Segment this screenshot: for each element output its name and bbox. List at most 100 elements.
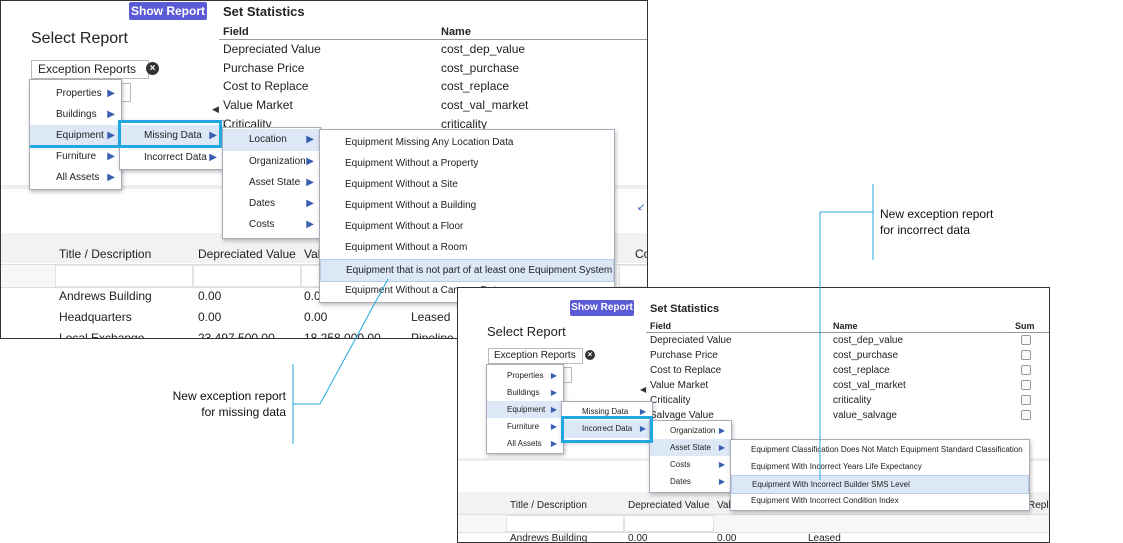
menu-item-furniture[interactable]: Furniture ▶ [30,147,121,167]
chevron-right-icon: ▶ [107,151,115,162]
menu-item-location[interactable]: Location ▶ [223,129,320,151]
filter-cell[interactable] [619,265,647,287]
select-report-title: Select Report [31,30,128,47]
filter-cell[interactable] [506,515,624,532]
chevron-right-icon: ▶ [550,388,557,397]
stats-header-divider [646,332,1049,333]
row-title: Andrews Building [510,533,588,543]
stats-row-field: Value Market [650,380,709,391]
stats-row-name: cost_replace [441,79,510,93]
stats-field-header: Field [223,26,249,38]
collapse-arrow-icon[interactable]: ◀ [640,385,646,394]
menu-item-asset-state[interactable]: Asset State ▶ [223,172,320,193]
incorrect-data-callout-line1: New exception report [880,207,994,221]
report-item[interactable]: Equipment With Incorrect Condition Index [731,492,1029,509]
sum-checkbox[interactable] [1021,395,1031,405]
stats-row-field: Cost to Replace [650,365,722,376]
chevron-right-icon: ▶ [550,371,557,380]
menu-item-equipment[interactable]: Equipment ▶ [487,401,563,418]
stats-row-name: cost_dep_value [833,335,904,346]
clear-icon[interactable]: × [585,350,595,360]
report-item[interactable]: Equipment Without a Property [320,153,614,174]
report-item[interactable]: Equipment Without a Site [320,174,614,195]
resize-icon[interactable]: ↙ [637,202,645,213]
report-item[interactable]: Equipment Without a Floor [320,216,614,237]
set-statistics-title: Set Statistics [650,303,720,315]
menu-item-organization[interactable]: Organization ▶ [223,151,320,172]
menu-item-costs[interactable]: Costs ▶ [650,456,731,473]
row-title: Local Exchange [59,331,145,339]
report-item[interactable]: Equipment Classification Does Not Match … [731,441,1029,458]
menu-item-buildings[interactable]: Buildings ▶ [487,384,563,401]
chevron-right-icon: ▶ [306,177,314,188]
stats-sum-header: Sum [1015,321,1035,331]
menu-item-asset-state[interactable]: Asset State ▶ [650,439,731,456]
collapse-arrow-icon[interactable]: ◀ [212,104,219,115]
stats-row-name: cost_val_market [833,380,906,391]
chevron-right-icon: ▶ [306,198,314,209]
highlight-missing-data [118,120,222,148]
stats-row-field: Value Market [223,98,293,112]
col-val-header: Val [304,247,321,261]
menu-item-incorrect-data[interactable]: Incorrect Data ▶ [120,147,223,169]
report-item[interactable]: Equipment With Incorrect Years Life Expe… [731,458,1029,475]
menu-item-organization[interactable]: Organization ▶ [650,422,731,439]
chevron-right-icon: ▶ [306,156,314,167]
stats-row-field: Purchase Price [223,61,305,75]
asset-type-menu: Properties ▶ Buildings ▶ Equipment ▶ Furnit… [486,364,564,454]
chevron-right-icon: ▶ [718,443,725,452]
menu-item-dates[interactable]: Dates ▶ [650,473,731,490]
report-item[interactable]: Equipment Without a Building [320,195,614,216]
chevron-right-icon: ▶ [550,422,557,431]
stats-row-field: Depreciated Value [650,335,732,346]
row-val: 0.00 [717,533,737,543]
row-dep: 23,497,500.00 [198,331,275,339]
menu-item-all-assets[interactable]: All Assets ▶ [30,168,121,188]
col-dep-header: Depreciated Value [198,247,296,261]
stats-row-name: cost_replace [833,365,890,376]
row-dep: 0.00 [198,289,222,303]
sum-checkbox[interactable] [1021,365,1031,375]
col-co-header: Co [635,247,647,261]
chevron-right-icon: ▶ [718,460,725,469]
stats-row-name: criticality [833,395,872,406]
chevron-right-icon: ▶ [718,477,725,486]
select-report-title: Select Report [487,324,566,339]
show-report-button[interactable]: Show Report [129,2,207,20]
sum-checkbox[interactable] [1021,380,1031,390]
stats-field-header: Field [650,321,672,331]
show-report-button[interactable]: Show Report [570,300,634,316]
sum-checkbox[interactable] [1021,350,1031,360]
missing-data-callout: New exception report for missing data [148,388,286,420]
report-item-not-in-system[interactable]: Equipment that is not part of at least o… [320,259,614,282]
filter-cell[interactable] [55,265,193,287]
stats-row-name: cost_val_market [441,98,529,112]
row-title: Andrews Building [59,289,152,303]
menu-item-properties[interactable]: Properties ▶ [487,367,563,384]
row-title: Headquarters [59,310,132,324]
menu-item-all-assets[interactable]: All Assets ▶ [487,435,563,452]
stats-row-field: Cost to Replace [223,79,309,93]
clear-icon[interactable]: × [146,62,159,75]
sum-checkbox[interactable] [1021,335,1031,345]
report-item[interactable]: Equipment Without a Room [320,237,614,258]
menu-item-properties[interactable]: Properties ▶ [30,84,121,104]
sum-checkbox[interactable] [1021,410,1031,420]
stats-name-header: Name [833,321,858,331]
exception-reports-combo[interactable]: Exception Reports [488,348,583,364]
col-title-header: Title / Description [510,500,587,511]
category-menu: Location ▶ Organization ▶ Asset State ▶ Dat… [222,127,321,239]
filter-cell[interactable] [193,265,301,287]
menu-item-costs[interactable]: Costs ▶ [223,214,320,235]
exception-reports-combo[interactable]: Exception Reports [31,60,149,79]
stats-row-name: value_salvage [833,410,897,421]
col-title-header: Title / Description [59,247,152,261]
filter-cell[interactable] [624,515,714,532]
chevron-right-icon: ▶ [306,219,314,230]
stats-row-name: cost_purchase [441,61,520,75]
category-menu: Organization ▶ Asset State ▶ Costs ▶ Dates ▶ [649,420,732,493]
report-item[interactable]: Equipment Missing Any Location Data [320,132,614,153]
menu-item-dates[interactable]: Dates ▶ [223,193,320,214]
col-dep-header: Depreciated Value [628,500,710,511]
menu-item-furniture[interactable]: Furniture ▶ [487,418,563,435]
